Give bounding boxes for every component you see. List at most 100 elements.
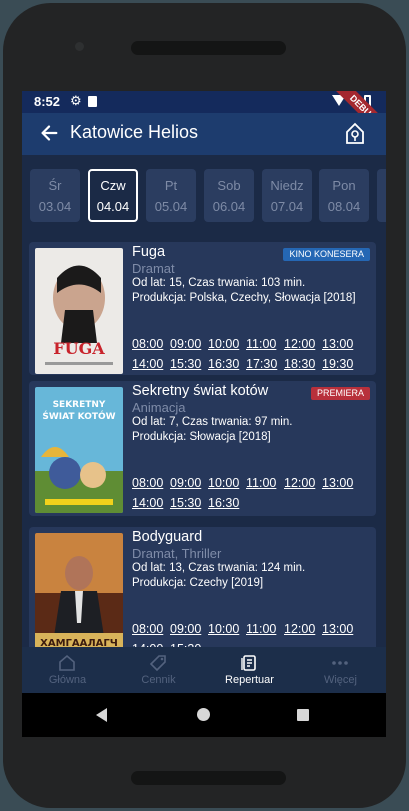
showtime-link[interactable]: 14:00: [132, 496, 163, 510]
date-card[interactable]: Sob 06.04: [204, 169, 254, 222]
system-navigation-bar: [22, 693, 386, 737]
date-card-day: Pon: [332, 178, 356, 193]
date-card-date: 06.04: [212, 199, 246, 214]
screen: 8:52 ⚙ DEBUG Katowice Helios Śr 03.04 Czw 0…: [22, 91, 386, 737]
showtime-link[interactable]: 09:00: [170, 476, 201, 490]
showtime-link[interactable]: 13:00: [322, 476, 353, 490]
showtime-link[interactable]: 08:00: [132, 476, 163, 490]
date-card-day: Sob: [217, 178, 241, 193]
date-card[interactable]: Niedz 07.04: [262, 169, 312, 222]
svg-text:SEKRETNY: SEKRETNY: [53, 400, 106, 410]
showtime-link[interactable]: 11:00: [246, 476, 276, 490]
nav-item[interactable]: Więcej: [295, 647, 386, 693]
sd-card-icon: [88, 96, 97, 107]
system-back-icon[interactable]: [96, 708, 107, 722]
movie-genre: Dramat, Thriller: [132, 546, 222, 561]
showtime-link[interactable]: 11:00: [246, 622, 276, 636]
movie-badge: PREMIERA: [310, 387, 370, 400]
movie-production: Produkcja: Słowacja [2018]: [132, 431, 271, 443]
movie-genre: Animacja: [132, 400, 186, 415]
movie-title[interactable]: Fuga: [132, 244, 165, 260]
date-selector: Śr 03.04 Czw 04.04 Pt 05.04 Sob 06.04 Niedz 07.04…: [22, 155, 386, 227]
showtime-link[interactable]: 16:30: [208, 357, 239, 371]
nav-item[interactable]: Cennik: [113, 647, 204, 693]
nav-item[interactable]: Główna: [22, 647, 113, 693]
system-home-icon[interactable]: [197, 708, 210, 721]
movie-title[interactable]: Sekretny świat kotów: [132, 383, 268, 399]
nav-item[interactable]: Repertuar: [204, 647, 295, 693]
showtime-link[interactable]: 12:00: [284, 476, 315, 490]
camera: [75, 42, 84, 51]
showtime-link[interactable]: 12:00: [284, 622, 315, 636]
movie-poster[interactable]: SEKRETNY ŚWIAT KOTÓW: [35, 387, 123, 513]
system-recents-icon[interactable]: [297, 709, 309, 721]
showtime-link[interactable]: 12:00: [284, 337, 315, 351]
showtime-link[interactable]: 08:00: [132, 622, 163, 636]
movie-age-duration: Od lat: 7, Czas trwania: 97 min.: [132, 416, 293, 428]
tag-icon: [148, 653, 168, 673]
showtime-link[interactable]: 09:00: [170, 337, 201, 351]
showtime-link[interactable]: 17:30: [246, 357, 277, 371]
showtime-link[interactable]: 16:30: [208, 496, 239, 510]
showtime-link[interactable]: 10:00: [208, 622, 239, 636]
status-time: 8:52: [34, 94, 61, 109]
showtime-link[interactable]: 15:30: [170, 496, 201, 510]
date-card[interactable]: Pt 05.04: [146, 169, 196, 222]
nav-item-label: Główna: [48, 674, 87, 686]
svg-text:FUGA: FUGA: [53, 339, 105, 358]
movie-card[interactable]: FUGA Fuga Dramat Od lat: 15, Czas trwania: …: [29, 242, 376, 375]
status-bar: 8:52 ⚙ DEBUG: [22, 91, 386, 145]
showtime-link[interactable]: 14:00: [132, 357, 163, 371]
nav-item-label: Cennik: [141, 674, 176, 686]
showtime-link[interactable]: 19:30: [322, 357, 353, 371]
date-card-date: 07.04: [270, 199, 304, 214]
more-icon: [330, 653, 350, 673]
repertoire-icon: [239, 653, 259, 673]
date-card[interactable]: Śr 03.04: [30, 169, 80, 222]
date-card-partial[interactable]: [377, 169, 386, 222]
showtime-link[interactable]: 10:00: [208, 337, 239, 351]
movie-age-duration: Od lat: 15, Czas trwania: 103 min.: [132, 277, 306, 289]
movie-poster[interactable]: FUGA: [35, 248, 123, 374]
bottom-speaker: [131, 771, 286, 785]
date-card[interactable]: Pon 08.04: [319, 169, 369, 222]
bottom-navigation: Główna Cennik Repertuar Więcej: [22, 647, 386, 693]
home-cinema-icon[interactable]: [344, 119, 366, 147]
date-card-date: 04.04: [96, 199, 130, 214]
movie-genre: Dramat: [132, 261, 175, 276]
earpiece: [131, 41, 286, 55]
date-card-date: 03.04: [38, 199, 72, 214]
movie-badge: KINO KONESERA: [283, 248, 370, 261]
back-arrow-icon[interactable]: [38, 122, 60, 144]
movie-production: Produkcja: Czechy [2019]: [132, 577, 264, 589]
nav-item-label: Repertuar: [225, 674, 274, 686]
showtime-link[interactable]: 13:00: [322, 622, 353, 636]
gear-icon: ⚙: [70, 93, 82, 108]
movie-age-duration: Od lat: 13, Czas trwania: 124 min.: [132, 562, 306, 574]
showtime-link[interactable]: 13:00: [322, 337, 353, 351]
movie-card[interactable]: ХАМГААЛАГЧ Bodyguard Dramat, Thriller Od la…: [29, 527, 376, 662]
showtime-link[interactable]: 15:30: [170, 357, 201, 371]
phone-frame: 8:52 ⚙ DEBUG Katowice Helios Śr 03.04 Czw 0…: [3, 3, 406, 808]
date-card-day: Niedz: [270, 178, 304, 193]
date-card[interactable]: Czw 04.04: [88, 169, 138, 222]
date-card-day: Śr: [48, 178, 62, 193]
date-card-day: Pt: [164, 178, 178, 193]
svg-text:ŚWIAT KOTÓW: ŚWIAT KOTÓW: [42, 410, 115, 422]
app-bar: Katowice Helios: [22, 113, 386, 155]
showtime-link[interactable]: 10:00: [208, 476, 239, 490]
nav-item-label: Więcej: [323, 674, 357, 686]
date-card-day: Czw: [100, 178, 126, 193]
showtime-link[interactable]: 11:00: [246, 337, 276, 351]
home-icon: [57, 653, 77, 673]
showtime-link[interactable]: 09:00: [170, 622, 201, 636]
movie-card[interactable]: SEKRETNY ŚWIAT KOTÓW Sekretny świat kotów A…: [29, 381, 376, 516]
showtime-link[interactable]: 18:30: [284, 357, 315, 371]
movie-title[interactable]: Bodyguard: [132, 529, 202, 545]
date-card-date: 08.04: [327, 199, 361, 214]
movie-production: Produkcja: Polska, Czechy, Słowacja [201…: [132, 292, 356, 304]
page-title: Katowice Helios: [70, 122, 199, 142]
date-card-date: 05.04: [154, 199, 188, 214]
showtime-link[interactable]: 08:00: [132, 337, 163, 351]
movie-poster[interactable]: ХАМГААЛАГЧ: [35, 533, 123, 659]
